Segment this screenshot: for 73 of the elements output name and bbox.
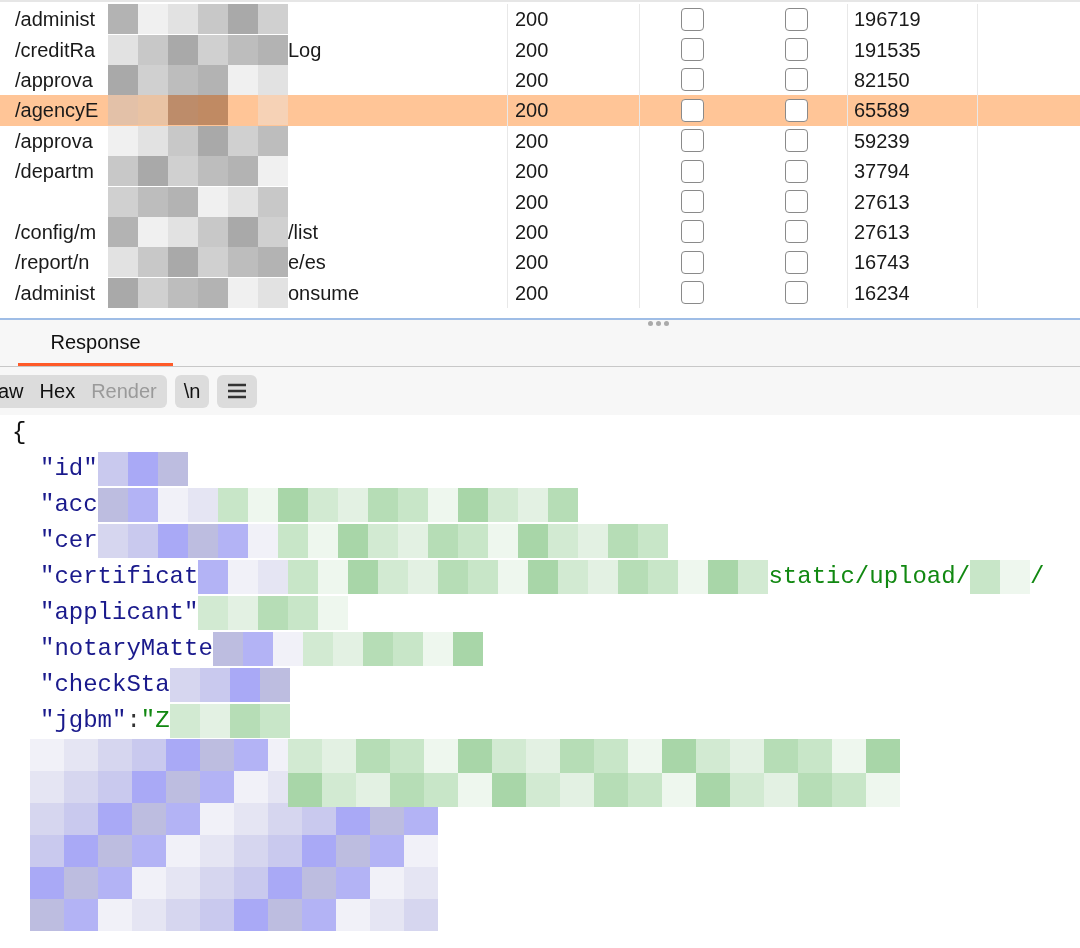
status-cell-text: 200: [515, 67, 549, 93]
length-cell-text: 16234: [854, 280, 910, 306]
checkbox[interactable]: [785, 98, 808, 122]
url-cell-text: /departm: [15, 159, 95, 185]
url-cell-text: Log: [288, 37, 322, 63]
checkbox[interactable]: [785, 190, 808, 214]
json-key: "jgbm": [40, 703, 127, 739]
status-cell-text: 200: [515, 219, 549, 245]
url-cell-text: /approva: [15, 128, 94, 154]
url-cell-text: /administ: [15, 7, 97, 33]
status-cell-text: 200: [515, 37, 549, 63]
checkbox[interactable]: [681, 38, 704, 62]
json-key: "checkSta: [40, 667, 170, 703]
checkbox[interactable]: [785, 281, 808, 305]
newline-toggle-button[interactable]: \n: [174, 374, 210, 408]
length-cell-text: 27613: [854, 189, 910, 215]
checkbox[interactable]: [681, 220, 704, 244]
status-cell-text: 200: [515, 159, 549, 185]
json-key: "certificat: [40, 559, 199, 595]
drag-handle-icon[interactable]: [648, 321, 669, 326]
checkbox[interactable]: [681, 7, 704, 31]
checkbox[interactable]: [681, 250, 704, 274]
url-cell-text: /approva: [15, 67, 94, 93]
json-value: "Z: [140, 706, 170, 736]
length-cell-text: 191535: [854, 37, 921, 63]
checkbox[interactable]: [681, 281, 704, 305]
url-cell-text: e/es: [288, 250, 326, 276]
json-value: /: [1030, 562, 1045, 592]
json-key: "id": [40, 451, 98, 487]
json-key: "cer: [40, 523, 98, 559]
length-cell-text: 27613: [854, 219, 910, 245]
menu-button[interactable]: [217, 374, 258, 408]
checkbox[interactable]: [785, 250, 808, 274]
checkbox[interactable]: [681, 190, 704, 214]
checkbox[interactable]: [785, 68, 808, 92]
length-cell-text: 16743: [854, 250, 910, 276]
length-cell-text: 65589: [854, 98, 910, 124]
json-key: "notaryMatte: [40, 631, 213, 667]
status-cell-text: 200: [515, 7, 549, 33]
checkbox[interactable]: [785, 38, 808, 62]
checkbox[interactable]: [785, 7, 808, 31]
status-cell-text: 200: [515, 189, 549, 215]
menu-icon: [227, 383, 248, 399]
checkbox[interactable]: [681, 129, 704, 153]
code-brace: {: [12, 418, 27, 448]
table-row[interactable]: /agencyE 200 65589: [0, 95, 1080, 126]
json-value: static/upload/: [768, 562, 971, 592]
json-key: "acc: [40, 487, 98, 523]
checkbox[interactable]: [785, 129, 808, 153]
status-cell-text: 200: [515, 98, 549, 124]
redaction-mosaic: [970, 560, 1031, 594]
checkbox[interactable]: [681, 98, 704, 122]
json-colon: :: [126, 706, 141, 736]
length-cell-text: 37794: [854, 159, 910, 185]
url-cell-text: /creditRa: [15, 37, 97, 63]
length-cell-text: 59239: [854, 128, 910, 154]
url-cell-text: /report/n: [15, 250, 91, 276]
view-mode-button[interactable]: Hex: [39, 376, 76, 406]
checkbox[interactable]: [785, 159, 808, 183]
url-cell-text: /administ: [15, 280, 97, 306]
url-cell-text: /agencyE: [15, 98, 100, 124]
url-cell-text: onsume: [288, 280, 360, 306]
status-cell-text: 200: [515, 250, 549, 276]
status-cell-text: 200: [515, 280, 549, 306]
checkbox[interactable]: [681, 159, 704, 183]
checkbox[interactable]: [785, 220, 808, 244]
status-cell-text: 200: [515, 128, 549, 154]
url-cell-text: /list: [288, 219, 318, 245]
length-cell-text: 196719: [854, 7, 921, 33]
checkbox[interactable]: [681, 68, 704, 92]
json-key: "applicant": [40, 595, 199, 631]
length-cell-text: 82150: [854, 67, 910, 93]
url-cell-text: /config/m: [15, 219, 98, 245]
